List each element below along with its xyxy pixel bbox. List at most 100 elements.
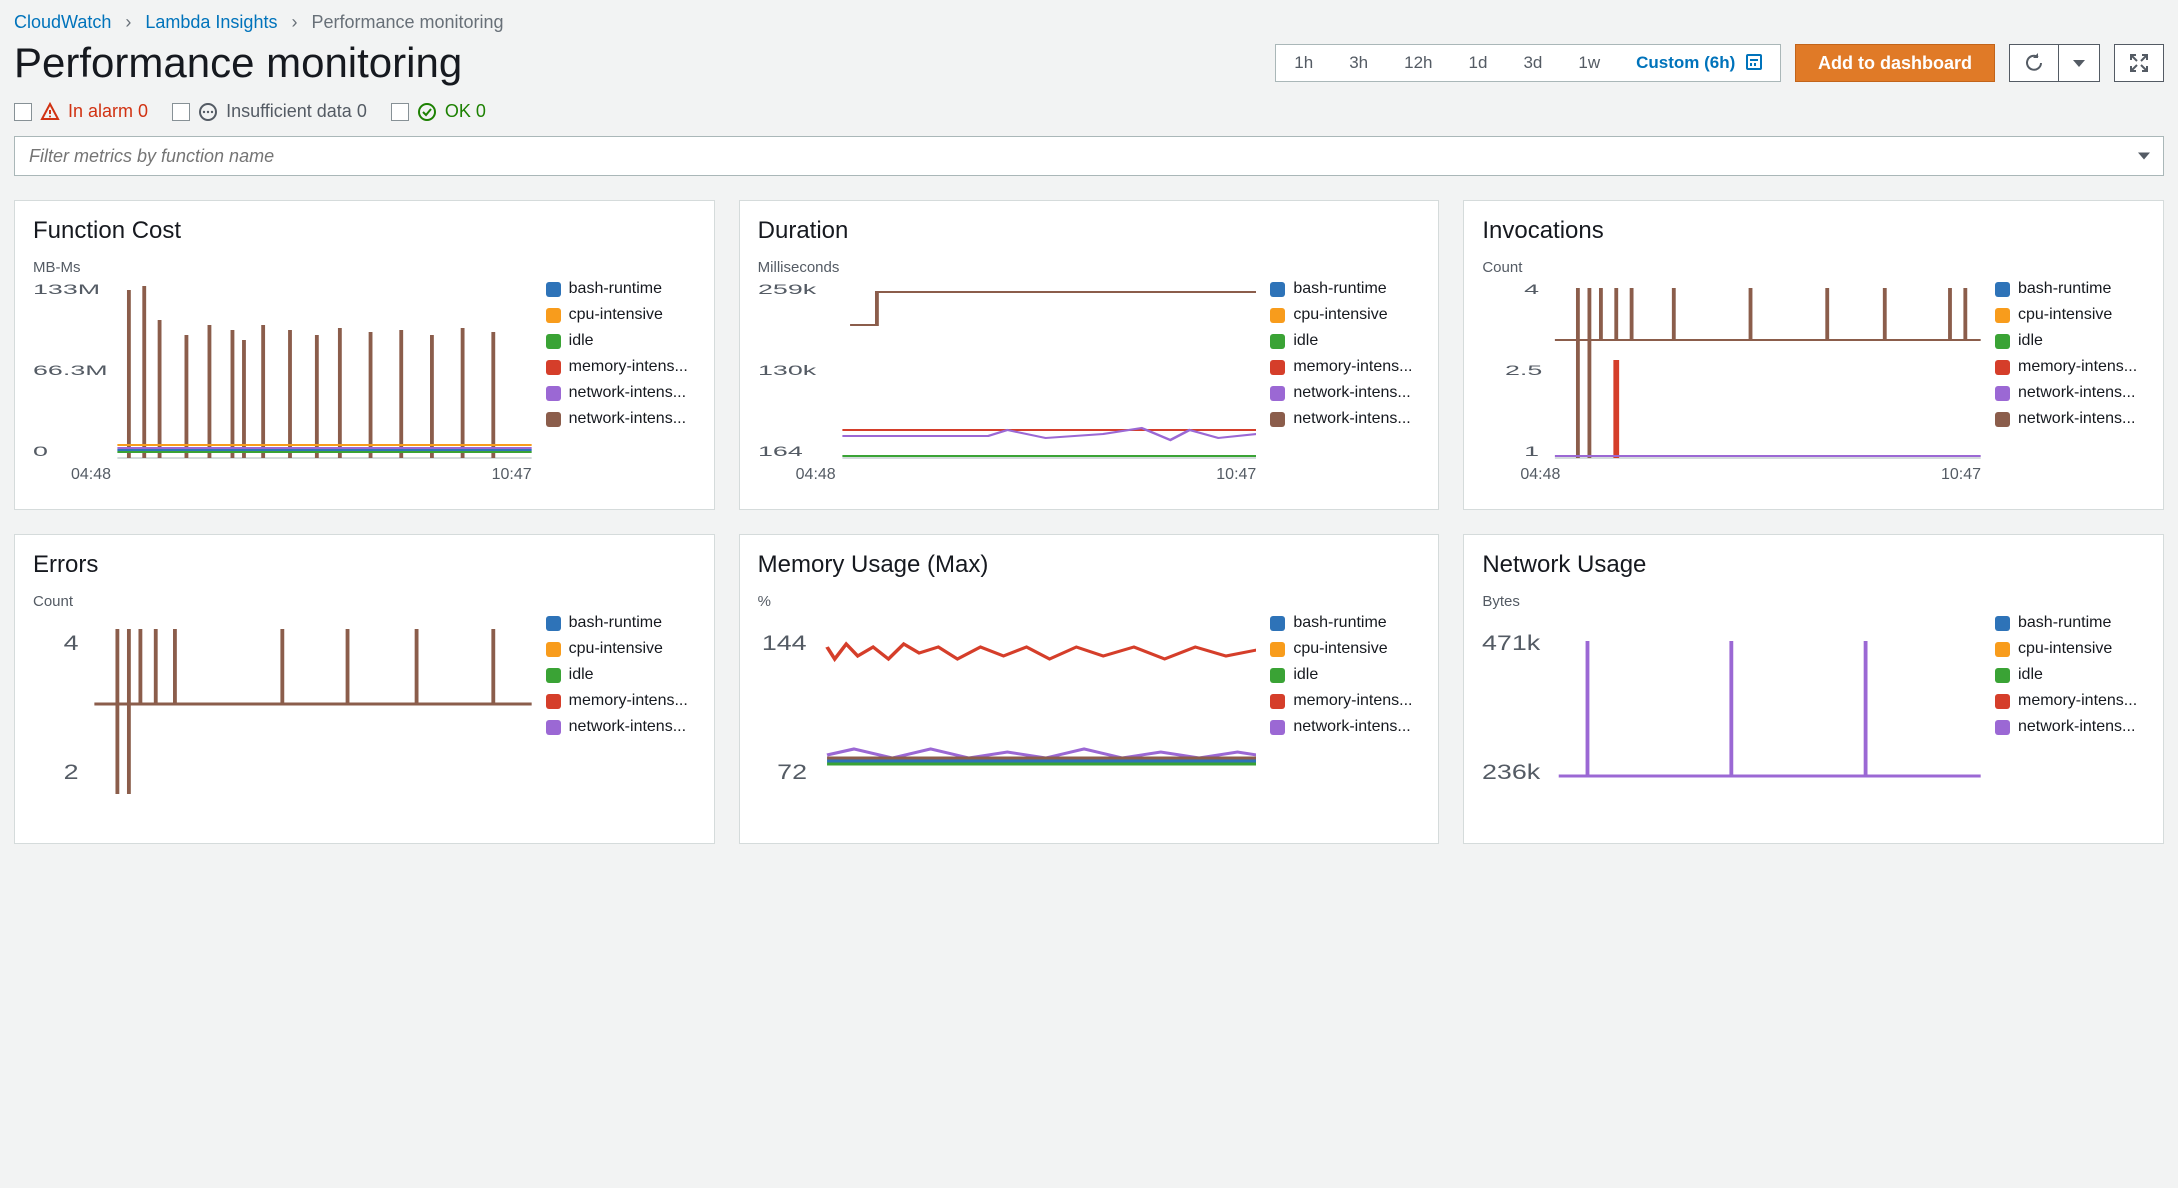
legend-item[interactable]: cpu-intensive — [1270, 640, 1420, 658]
chart-unit: MB-Ms — [33, 259, 696, 276]
legend-swatch — [1995, 642, 2010, 657]
legend-swatch — [546, 412, 561, 427]
legend-swatch — [1270, 360, 1285, 375]
svg-text:1: 1 — [1525, 444, 1540, 460]
legend-item[interactable]: network-intens... — [1995, 384, 2145, 402]
legend-item[interactable]: network-intens... — [1270, 718, 1420, 736]
chart-legend: bash-runtime cpu-intensive idle memory-inte… — [1270, 614, 1420, 794]
legend-swatch — [1270, 720, 1285, 735]
legend-swatch — [1995, 360, 2010, 375]
legend-item[interactable]: idle — [546, 666, 696, 684]
chart-plot[interactable]: 4 2.5 1 — [1482, 280, 1981, 460]
chart-unit: Count — [33, 593, 696, 610]
time-range-1w[interactable]: 1w — [1560, 45, 1618, 81]
add-to-dashboard-button[interactable]: Add to dashboard — [1795, 44, 1995, 82]
chart-legend: bash-runtime cpu-intensive idle memory-inte… — [546, 614, 696, 794]
time-range-1d[interactable]: 1d — [1451, 45, 1506, 81]
legend-label: network-intens... — [1293, 410, 1410, 428]
legend-label: bash-runtime — [1293, 280, 1386, 298]
legend-swatch — [546, 616, 561, 631]
chart-plot[interactable]: 259k 130k 164 — [758, 280, 1257, 460]
legend-item[interactable]: memory-intens... — [1270, 358, 1420, 376]
legend-item[interactable]: idle — [1270, 332, 1420, 350]
legend-item[interactable]: memory-intens... — [1995, 692, 2145, 710]
chart-unit: Milliseconds — [758, 259, 1421, 276]
chart-unit: % — [758, 593, 1421, 610]
chart-plot[interactable]: 144 72 — [758, 614, 1257, 794]
legend-swatch — [1270, 642, 1285, 657]
time-range-1h[interactable]: 1h — [1276, 45, 1331, 81]
x-tick-end: 10:47 — [1941, 466, 1981, 484]
ok-icon — [417, 102, 437, 122]
legend-label: memory-intens... — [569, 358, 688, 376]
legend-item[interactable]: memory-intens... — [1995, 358, 2145, 376]
legend-item[interactable]: memory-intens... — [546, 692, 696, 710]
legend-item[interactable]: network-intens... — [1995, 410, 2145, 428]
legend-item[interactable]: bash-runtime — [1270, 280, 1420, 298]
refresh-button[interactable] — [2009, 44, 2059, 82]
legend-item[interactable]: network-intens... — [546, 410, 696, 428]
legend-swatch — [546, 386, 561, 401]
legend-item[interactable]: network-intens... — [1995, 718, 2145, 736]
legend-item[interactable]: bash-runtime — [1995, 280, 2145, 298]
page-title: Performance monitoring — [14, 39, 462, 87]
legend-item[interactable]: memory-intens... — [1270, 692, 1420, 710]
time-range-3d[interactable]: 3d — [1505, 45, 1560, 81]
chart-plot[interactable]: 471k 236k — [1482, 614, 1981, 794]
legend-item[interactable]: idle — [1270, 666, 1420, 684]
legend-item[interactable]: idle — [546, 332, 696, 350]
legend-item[interactable]: bash-runtime — [546, 280, 696, 298]
alarm-status-row: In alarm 0 Insufficient data 0 OK 0 — [14, 101, 2164, 122]
svg-text:4: 4 — [1525, 282, 1540, 298]
legend-item[interactable]: network-intens... — [546, 718, 696, 736]
legend-swatch — [1995, 616, 2010, 631]
chart-card-memory-usage: Memory Usage (Max) % 144 72 bash-runtime… — [739, 534, 1440, 844]
legend-item[interactable]: memory-intens... — [546, 358, 696, 376]
chevron-right-icon: › — [291, 12, 297, 33]
legend-swatch — [546, 360, 561, 375]
legend-label: cpu-intensive — [569, 640, 663, 658]
legend-item[interactable]: cpu-intensive — [1995, 306, 2145, 324]
time-range-selector: 1h 3h 12h 1d 3d 1w Custom (6h) — [1275, 44, 1781, 82]
legend-label: idle — [2018, 666, 2043, 684]
svg-text:66.3M: 66.3M — [33, 363, 108, 379]
warning-icon — [40, 102, 60, 122]
legend-swatch — [546, 694, 561, 709]
legend-item[interactable]: idle — [1995, 332, 2145, 350]
legend-item[interactable]: cpu-intensive — [546, 306, 696, 324]
legend-item[interactable]: bash-runtime — [1995, 614, 2145, 632]
svg-text:0: 0 — [33, 444, 48, 460]
ok-checkbox[interactable] — [391, 103, 409, 121]
legend-item[interactable]: idle — [1995, 666, 2145, 684]
legend-item[interactable]: network-intens... — [546, 384, 696, 402]
caret-down-icon[interactable] — [2138, 153, 2150, 160]
time-range-3h[interactable]: 3h — [1331, 45, 1386, 81]
legend-swatch — [1270, 282, 1285, 297]
legend-swatch — [546, 642, 561, 657]
legend-label: memory-intens... — [1293, 692, 1412, 710]
legend-item[interactable]: network-intens... — [1270, 410, 1420, 428]
legend-item[interactable]: cpu-intensive — [1270, 306, 1420, 324]
insufficient-checkbox[interactable] — [172, 103, 190, 121]
chart-card-function-cost: Function Cost MB-Ms 133M 66.3M 0 — [14, 200, 715, 510]
legend-item[interactable]: cpu-intensive — [1995, 640, 2145, 658]
legend-item[interactable]: network-intens... — [1270, 384, 1420, 402]
legend-item[interactable]: bash-runtime — [1270, 614, 1420, 632]
legend-swatch — [1995, 308, 2010, 323]
legend-swatch — [546, 282, 561, 297]
legend-item[interactable]: bash-runtime — [546, 614, 696, 632]
time-range-12h[interactable]: 12h — [1386, 45, 1450, 81]
in-alarm-checkbox[interactable] — [14, 103, 32, 121]
breadcrumb-root-link[interactable]: CloudWatch — [14, 12, 111, 33]
fullscreen-button[interactable] — [2114, 44, 2164, 82]
legend-swatch — [1995, 386, 2010, 401]
chart-plot[interactable]: 4 2 — [33, 614, 532, 794]
legend-item[interactable]: cpu-intensive — [546, 640, 696, 658]
time-range-custom[interactable]: Custom (6h) — [1618, 45, 1780, 81]
filter-input[interactable] — [14, 136, 2164, 176]
caret-down-icon — [2073, 60, 2085, 67]
insufficient-icon — [198, 102, 218, 122]
chart-plot[interactable]: 133M 66.3M 0 — [33, 280, 532, 460]
breadcrumb-section-link[interactable]: Lambda Insights — [145, 12, 277, 33]
refresh-options-button[interactable] — [2059, 44, 2100, 82]
